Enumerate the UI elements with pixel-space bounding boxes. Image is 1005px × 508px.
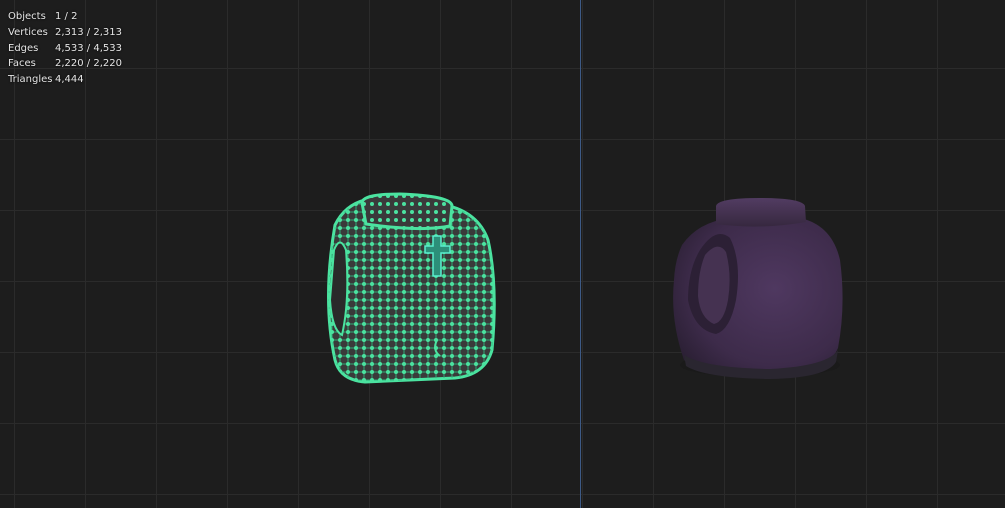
stat-label: Vertices	[8, 26, 48, 38]
stat-value: 4,444	[55, 74, 84, 86]
solid-object[interactable]	[673, 198, 843, 379]
stat-label: Objects	[8, 11, 46, 22]
scene-objects[interactable]	[0, 0, 1005, 508]
stat-faces: Faces 2,220 / 2,220	[8, 56, 122, 72]
selected-mesh-object[interactable]	[327, 192, 496, 384]
stat-value: 2,313 / 2,313	[55, 26, 122, 38]
stat-value: 4,533 / 4,533	[55, 42, 122, 54]
stat-edges: Edges 4,533 / 4,533	[8, 41, 122, 57]
statistics-overlay: Objects 1 / 2 Vertices 2,313 / 2,313 Edg…	[8, 9, 122, 88]
stat-label: Triangles	[8, 74, 53, 86]
stat-value: 1 / 2	[55, 11, 78, 22]
3d-viewport[interactable]: Objects 1 / 2 Vertices 2,313 / 2,313 Edg…	[0, 0, 1005, 508]
stat-label: Edges	[8, 42, 39, 54]
stat-label: Faces	[8, 58, 36, 70]
stat-value: 2,220 / 2,220	[55, 58, 122, 70]
stat-triangles: Triangles 4,444	[8, 72, 122, 88]
stat-vertices: Vertices 2,313 / 2,313	[8, 25, 122, 41]
stat-objects: Objects 1 / 2	[8, 9, 122, 25]
